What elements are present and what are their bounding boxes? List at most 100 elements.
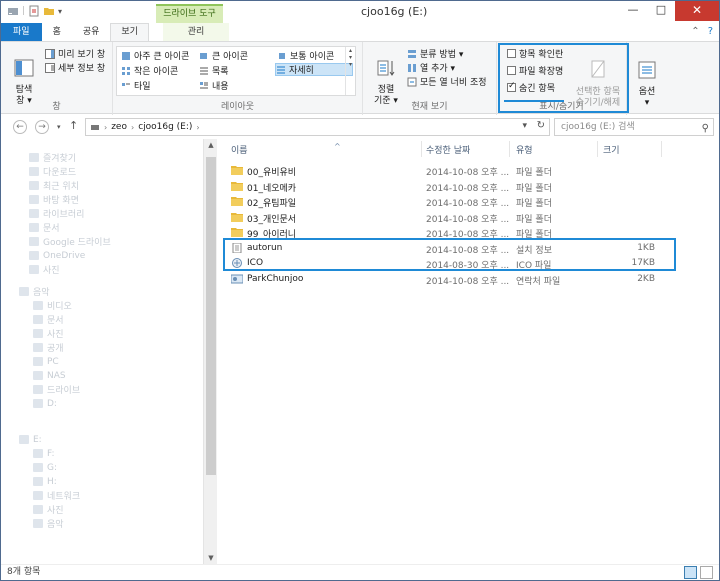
folder-icon	[231, 165, 243, 175]
nav-pane-item[interactable]: 사진	[33, 503, 64, 516]
file-name: ParkChunjoo	[247, 273, 304, 284]
layout-tiles[interactable]: 타일	[121, 79, 151, 92]
up-button[interactable]: ↑	[69, 119, 78, 132]
nav-pane-item[interactable]: 문서	[33, 313, 64, 326]
nav-pane-item[interactable]: D:	[33, 397, 57, 410]
properties-icon[interactable]	[28, 5, 40, 17]
nav-pane-item[interactable]: 즐겨찾기	[29, 151, 76, 164]
nav-pane-item[interactable]: 드라이브	[33, 383, 80, 396]
breadcrumb-separator-icon[interactable]: ›	[104, 123, 107, 132]
new-folder-icon[interactable]	[43, 5, 55, 17]
back-button[interactable]: ←	[13, 120, 27, 134]
breadcrumb-separator-icon[interactable]: ›	[196, 123, 199, 132]
details-view-icon[interactable]	[684, 566, 697, 579]
file-row-folder[interactable]: 03_개인문서 2014-10-08 오후 ... 파일 폴더	[229, 210, 689, 225]
nav-pane-item[interactable]: 바탕 화면	[29, 193, 79, 206]
column-divider[interactable]	[597, 141, 598, 157]
maximize-button[interactable]: □	[647, 1, 675, 21]
fit-columns-button[interactable]: 모든 열 너비 조정	[407, 75, 487, 88]
details-pane-label: 세부 정보 창	[58, 64, 106, 74]
nav-item-icon	[33, 463, 43, 472]
layout-gallery-scroll[interactable]: ▴ ▾ ▾	[345, 47, 355, 95]
scroll-thumb[interactable]	[206, 157, 216, 475]
nav-pane-item[interactable]: 비디오	[33, 299, 72, 312]
list-icon	[200, 67, 208, 74]
tab-share[interactable]: 공유	[72, 23, 111, 41]
column-header-size[interactable]: 크기	[603, 143, 620, 157]
nav-pane-item[interactable]: 사진	[29, 263, 60, 276]
large-icons-view-icon[interactable]	[700, 566, 713, 579]
scroll-up-icon[interactable]: ▲	[204, 141, 218, 149]
nav-pane-item[interactable]: NAS	[33, 369, 66, 382]
nav-pane-item[interactable]: 문서	[29, 221, 60, 234]
breadcrumb-drive[interactable]: cjoo16g (E:)	[138, 122, 192, 132]
sort-by-button[interactable]: 정렬 기준 ▾	[369, 46, 403, 107]
add-columns-button[interactable]: 열 추가 ▾	[407, 61, 455, 74]
column-divider[interactable]	[661, 141, 662, 157]
nav-pane-item[interactable]: 음악	[19, 285, 50, 298]
nav-pane-item[interactable]: E:	[19, 433, 42, 446]
details-pane-button[interactable]: 세부 정보 창	[45, 61, 105, 74]
layout-large-icons[interactable]: 큰 아이콘	[199, 49, 248, 62]
file-date: 2014-10-08 오후 ...	[426, 168, 510, 178]
file-row-folder[interactable]: 02_유팀파일 2014-10-08 오후 ... 파일 폴더	[229, 194, 689, 209]
recent-dropdown-icon[interactable]: ▾	[57, 123, 61, 131]
file-row-folder[interactable]: 01_네오메카 2014-10-08 오후 ... 파일 폴더	[229, 179, 689, 194]
nav-item-icon	[29, 265, 39, 274]
tab-home[interactable]: 홈	[42, 23, 72, 41]
layout-details[interactable]: 자세히	[275, 63, 353, 76]
refresh-icon[interactable]: ↻	[537, 120, 545, 131]
close-button[interactable]: ✕	[675, 1, 719, 21]
search-icon[interactable]: ⚲	[702, 121, 709, 137]
layout-extra-large-icons[interactable]: 아주 큰 아이콘	[121, 49, 189, 62]
nav-pane-item[interactable]: H:	[33, 475, 57, 488]
layout-small-icons[interactable]: 작은 아이콘	[121, 64, 178, 77]
column-divider[interactable]	[421, 141, 422, 157]
file-row-folder[interactable]: 00_유비유비 2014-10-08 오후 ... 파일 폴더	[229, 163, 689, 178]
nav-item-label: 사진	[47, 330, 64, 340]
nav-pane-button[interactable]: 탐색 창 ▾	[7, 46, 41, 107]
nav-pane-item[interactable]: 네트워크	[33, 489, 80, 502]
nav-pane-item[interactable]: F:	[33, 447, 55, 460]
breadcrumb-zeo[interactable]: zeo	[111, 122, 127, 132]
help-icon[interactable]: ?	[708, 26, 713, 37]
nav-pane-item[interactable]: Google 드라이브	[29, 235, 111, 248]
large-icons-icon	[200, 52, 207, 59]
column-header-type[interactable]: 유형	[516, 143, 533, 157]
tab-manage[interactable]: 관리	[162, 23, 229, 41]
address-dropdown-icon[interactable]: ▾	[522, 121, 527, 131]
tab-file[interactable]: 파일	[1, 23, 42, 41]
nav-item-icon	[33, 371, 43, 380]
breadcrumb-separator-icon[interactable]: ›	[131, 123, 134, 132]
nav-pane-item[interactable]: 사진	[33, 327, 64, 340]
scroll-down-icon[interactable]: ▼	[204, 554, 218, 562]
nav-pane-item[interactable]: 최근 위치	[29, 179, 79, 192]
file-row-contact[interactable]: ParkChunjoo 2014-10-08 오후 ... 연락처 파일 2KB	[229, 272, 689, 287]
nav-item-label: 바탕 화면	[43, 196, 79, 206]
ribbon-collapse-icon[interactable]: ⌃	[691, 26, 699, 37]
nav-pane-item[interactable]: OneDrive	[29, 249, 85, 262]
layout-medium-icons[interactable]: 보통 아이콘	[277, 49, 334, 62]
preview-pane-button[interactable]: 미리 보기 창	[45, 47, 105, 60]
column-header-modified[interactable]: 수정한 날짜	[426, 143, 470, 157]
nav-pane-item[interactable]: G:	[33, 461, 57, 474]
nav-pane-scrollbar[interactable]: ▲ ▼	[203, 139, 217, 564]
nav-pane-item[interactable]: PC	[33, 355, 59, 368]
nav-pane-item[interactable]: 음악	[33, 517, 64, 530]
qat-dropdown-icon[interactable]: ▾	[58, 7, 62, 16]
options-button[interactable]: 옵션 ▾	[633, 48, 661, 109]
layout-content[interactable]: 내용	[199, 79, 229, 92]
group-by-button[interactable]: 분류 방법 ▾	[407, 47, 463, 60]
forward-button[interactable]: →	[35, 120, 49, 134]
layout-list[interactable]: 목록	[199, 64, 229, 77]
address-field[interactable]: › zeo › cjoo16g (E:) › ▾ ↻	[85, 118, 550, 136]
tab-view[interactable]: 보기	[110, 23, 149, 41]
nav-pane-item[interactable]: 라이브러리	[29, 207, 84, 220]
search-input[interactable]: cjoo16g (E:) 검색 ⚲	[554, 118, 714, 136]
minimize-button[interactable]: —	[619, 1, 647, 21]
drive-icon[interactable]	[7, 5, 19, 17]
nav-pane-item[interactable]: 다운로드	[29, 165, 76, 178]
column-header-name[interactable]: 이름 ^	[231, 142, 341, 157]
column-divider[interactable]	[509, 141, 510, 157]
nav-pane-item[interactable]: 공개	[33, 341, 64, 354]
